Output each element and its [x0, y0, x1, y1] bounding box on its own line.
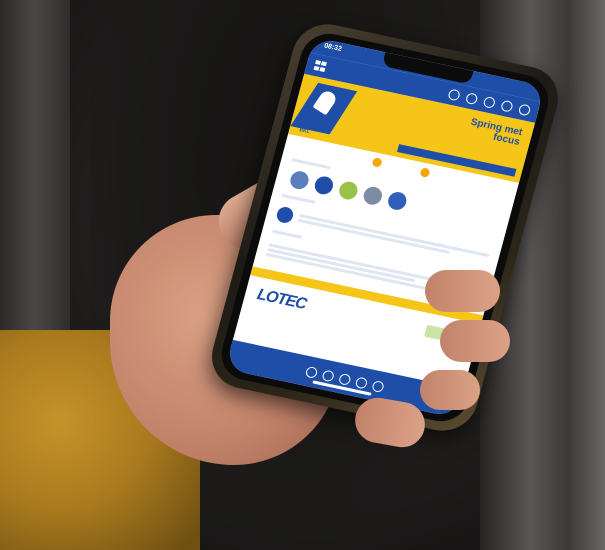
avatar[interactable] [361, 185, 384, 207]
finger [425, 270, 500, 312]
bell-icon[interactable] [482, 95, 497, 109]
nav-home-icon[interactable] [304, 365, 318, 379]
banner-title: Spring met focus [469, 116, 524, 148]
avatar [275, 205, 295, 225]
chat-icon[interactable] [500, 99, 514, 113]
avatar[interactable] [312, 174, 336, 196]
avatar[interactable] [337, 180, 360, 202]
finger [420, 370, 480, 410]
menu-icon[interactable] [313, 60, 328, 72]
status-time: 08:32 [323, 42, 343, 53]
dot-1[interactable] [371, 157, 383, 168]
avatar[interactable] [288, 169, 311, 191]
sponsor-logo: LOTEC [255, 286, 308, 313]
user-icon[interactable] [517, 102, 532, 116]
clock-icon[interactable] [447, 88, 462, 101]
nav-facebook-icon[interactable] [337, 372, 352, 386]
banner-tag: BKL [298, 127, 311, 136]
finger [440, 320, 510, 362]
flag-icon[interactable] [465, 91, 479, 105]
nav-web-icon[interactable] [370, 379, 385, 393]
avatar[interactable] [386, 190, 409, 212]
photo-scene: 08:32 Spring met focus BKL LOTEC [0, 0, 605, 550]
dot-2[interactable] [419, 167, 431, 178]
nav-twitter-icon[interactable] [321, 368, 335, 382]
nav-instagram-icon[interactable] [354, 375, 368, 389]
